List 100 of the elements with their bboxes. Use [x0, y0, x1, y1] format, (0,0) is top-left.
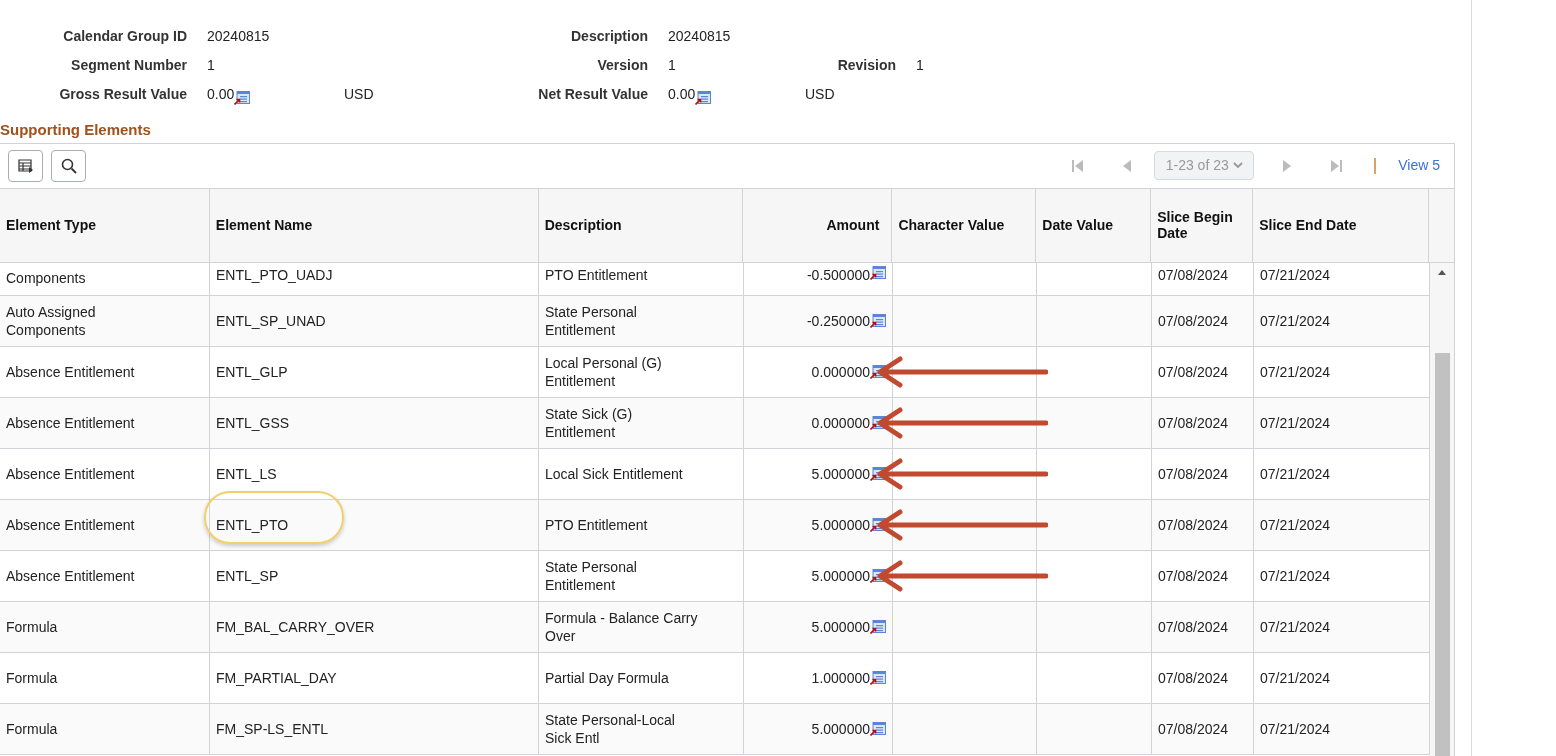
- calculator-icon[interactable]: [234, 91, 251, 105]
- table-cell: 07/08/2024: [1158, 719, 1229, 738]
- table-cell: 07/21/2024: [1260, 566, 1331, 585]
- table-cell: 5.000000: [811, 566, 870, 585]
- table-cell: 0.000000: [811, 413, 870, 432]
- table-cell: 07/21/2024: [1260, 464, 1331, 483]
- table-cell: 07/08/2024: [1158, 566, 1229, 585]
- table-cell: Absence Entitlement: [6, 413, 135, 432]
- table-cell: 07/08/2024: [1158, 668, 1229, 687]
- search-icon: [60, 157, 77, 174]
- column-header: Amount: [743, 188, 893, 262]
- table-cell: 07/21/2024: [1260, 413, 1331, 432]
- table-cell: -0.500000: [806, 265, 870, 284]
- table-cell: 5.000000: [811, 515, 870, 534]
- field-label: Segment Number: [70, 56, 188, 75]
- field-value: 1: [207, 56, 215, 75]
- table-cell: 07/21/2024: [1260, 668, 1331, 687]
- calculator-icon[interactable]: [870, 619, 886, 634]
- table-cell: Absence Entitlement: [6, 566, 135, 585]
- table-cell-text: Local Personal (G) Entitlement: [545, 353, 663, 390]
- table-cell: ENTL_GSS: [216, 413, 290, 432]
- calculator-icon[interactable]: [870, 313, 886, 328]
- field-label: Net Result Value: [537, 85, 649, 104]
- view-link[interactable]: View 5: [1398, 155, 1440, 176]
- table-icon: [17, 158, 34, 173]
- field-label: Gross Result Value: [58, 85, 188, 104]
- table-cell: Formula: [6, 668, 58, 687]
- column-header: Date Value: [1036, 188, 1152, 262]
- table-cell: ENTL_GLP: [216, 362, 288, 381]
- table-cell: Formula: [6, 719, 58, 738]
- page-range-select[interactable]: 1-23 of 23: [1154, 151, 1255, 180]
- field-value: 0.00: [668, 85, 696, 104]
- currency-code: USD: [344, 85, 374, 104]
- grid-view-button[interactable]: [8, 149, 43, 182]
- table-cell: FM_BAL_CARRY_OVER: [216, 617, 375, 636]
- table-cell: Absence Entitlement: [6, 464, 135, 483]
- table-cell: Local Sick Entitlement: [545, 464, 683, 483]
- table-cell: Absence Entitlement: [6, 362, 135, 381]
- table-cell: 5.000000: [811, 617, 870, 636]
- table-cell: Partial Day Formula: [545, 668, 669, 687]
- table-cell: ENTL_SP_UNAD: [216, 311, 326, 330]
- search-button[interactable]: [51, 149, 86, 182]
- table-cell: PTO Entitlement: [545, 265, 648, 284]
- currency-code: USD: [805, 85, 835, 104]
- field-value: 1: [916, 56, 924, 75]
- column-header: Element Name: [209, 188, 539, 262]
- scroll-up-icon[interactable]: [1438, 268, 1446, 275]
- scrollbar[interactable]: [1430, 262, 1454, 756]
- table-cell: 07/08/2024: [1158, 617, 1229, 636]
- table-cell: Absence Entitlement: [6, 515, 135, 534]
- calculator-icon[interactable]: [695, 91, 712, 105]
- table-cell-text: Auto Assigned Components: [6, 302, 97, 339]
- table-cell: ENTL_LS: [216, 464, 277, 483]
- table-cell: 5.000000: [811, 464, 870, 483]
- field-label: Revision: [836, 56, 897, 75]
- table-cell: 0.000000: [811, 362, 870, 381]
- chevron-down-icon: [1232, 162, 1243, 169]
- table-cell: 07/21/2024: [1260, 515, 1331, 534]
- table-cell-text: State Personal-Local Sick Entl: [545, 710, 676, 747]
- table-cell: Formula: [6, 617, 58, 636]
- column-header: Element Type: [0, 188, 210, 262]
- calculator-icon[interactable]: [870, 721, 886, 736]
- table-cell-text: State Personal Entitlement: [545, 302, 638, 339]
- field-label: Version: [596, 56, 649, 75]
- table-cell: 07/21/2024: [1260, 617, 1331, 636]
- table-cell: 5.000000: [811, 719, 870, 738]
- table-cell: 07/21/2024: [1260, 362, 1331, 381]
- table-cell: 07/08/2024: [1158, 515, 1229, 534]
- section-title: Supporting Elements: [0, 120, 151, 140]
- calculator-icon[interactable]: [870, 265, 886, 280]
- table-cell: 07/08/2024: [1158, 311, 1229, 330]
- column-header: Character Value: [892, 188, 1037, 262]
- table-cell: 1.000000: [811, 668, 870, 687]
- table-cell: -0.250000: [806, 311, 870, 330]
- table-cell: 07/08/2024: [1158, 265, 1229, 284]
- field-value: 20240815: [668, 27, 731, 46]
- field-value: 1: [668, 56, 676, 75]
- table-cell-text: Formula - Balance Carry Over: [545, 608, 699, 645]
- table-cell: ENTL_PTO_UADJ: [216, 265, 333, 284]
- table-cell: 07/08/2024: [1158, 464, 1229, 483]
- table-cell: 07/21/2024: [1260, 719, 1331, 738]
- table-cell: FM_SP-LS_ENTL: [216, 719, 329, 738]
- field-value: 20240815: [207, 27, 270, 46]
- field-label: Calendar Group ID: [62, 27, 188, 46]
- table-cell-text: State Sick (G) Entitlement: [545, 404, 634, 441]
- table-cell: Components: [6, 268, 86, 287]
- table-cell: ENTL_SP: [216, 566, 279, 585]
- table-cell: 07/21/2024: [1260, 265, 1331, 284]
- field-label: Description: [570, 27, 649, 46]
- table-cell: 07/21/2024: [1260, 311, 1331, 330]
- table-cell: 07/08/2024: [1158, 362, 1229, 381]
- table-cell: 07/08/2024: [1158, 413, 1229, 432]
- table-cell: ENTL_PTO: [216, 515, 289, 534]
- table-cell: FM_PARTIAL_DAY: [216, 668, 337, 687]
- table-cell: PTO Entitlement: [545, 515, 648, 534]
- table-cell-text: State Personal Entitlement: [545, 557, 638, 594]
- field-value: 0.00: [207, 85, 235, 104]
- calculator-icon[interactable]: [870, 670, 886, 685]
- column-header: Slice Begin Date: [1151, 188, 1254, 262]
- column-header: Description: [538, 188, 744, 262]
